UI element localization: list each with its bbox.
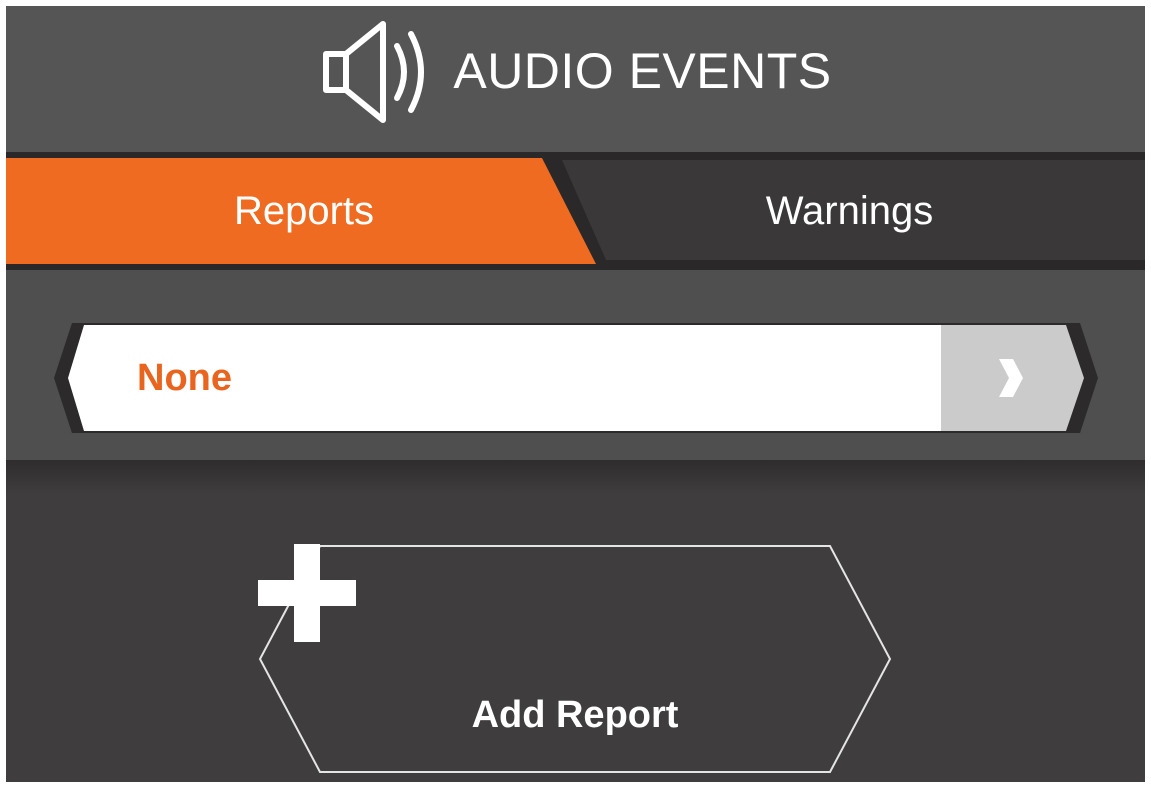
page-title: AUDIO EVENTS — [453, 43, 832, 99]
header: AUDIO EVENTS — [6, 6, 1145, 152]
plus-icon — [258, 544, 356, 642]
tab-reports[interactable]: Reports — [6, 152, 602, 270]
add-report-label: Add Report — [471, 694, 679, 736]
tab-warnings-label: Warnings — [765, 188, 934, 233]
chevron-right-icon — [999, 359, 1023, 397]
selected-report-value[interactable]: None — [137, 325, 232, 431]
tab-reports-label: Reports — [233, 188, 375, 233]
speaker-icon — [323, 21, 425, 123]
next-report-button[interactable] — [941, 325, 1081, 431]
tab-bar: Reports Warnings — [6, 152, 1145, 270]
add-report-button[interactable]: Add Report — [258, 544, 892, 774]
report-selector-band: None — [6, 270, 1145, 460]
divider — [6, 460, 1145, 494]
tab-warnings[interactable]: Warnings — [554, 152, 1145, 270]
audio-events-screen: AUDIO EVENTS Reports Warnings None Add R… — [6, 6, 1145, 782]
